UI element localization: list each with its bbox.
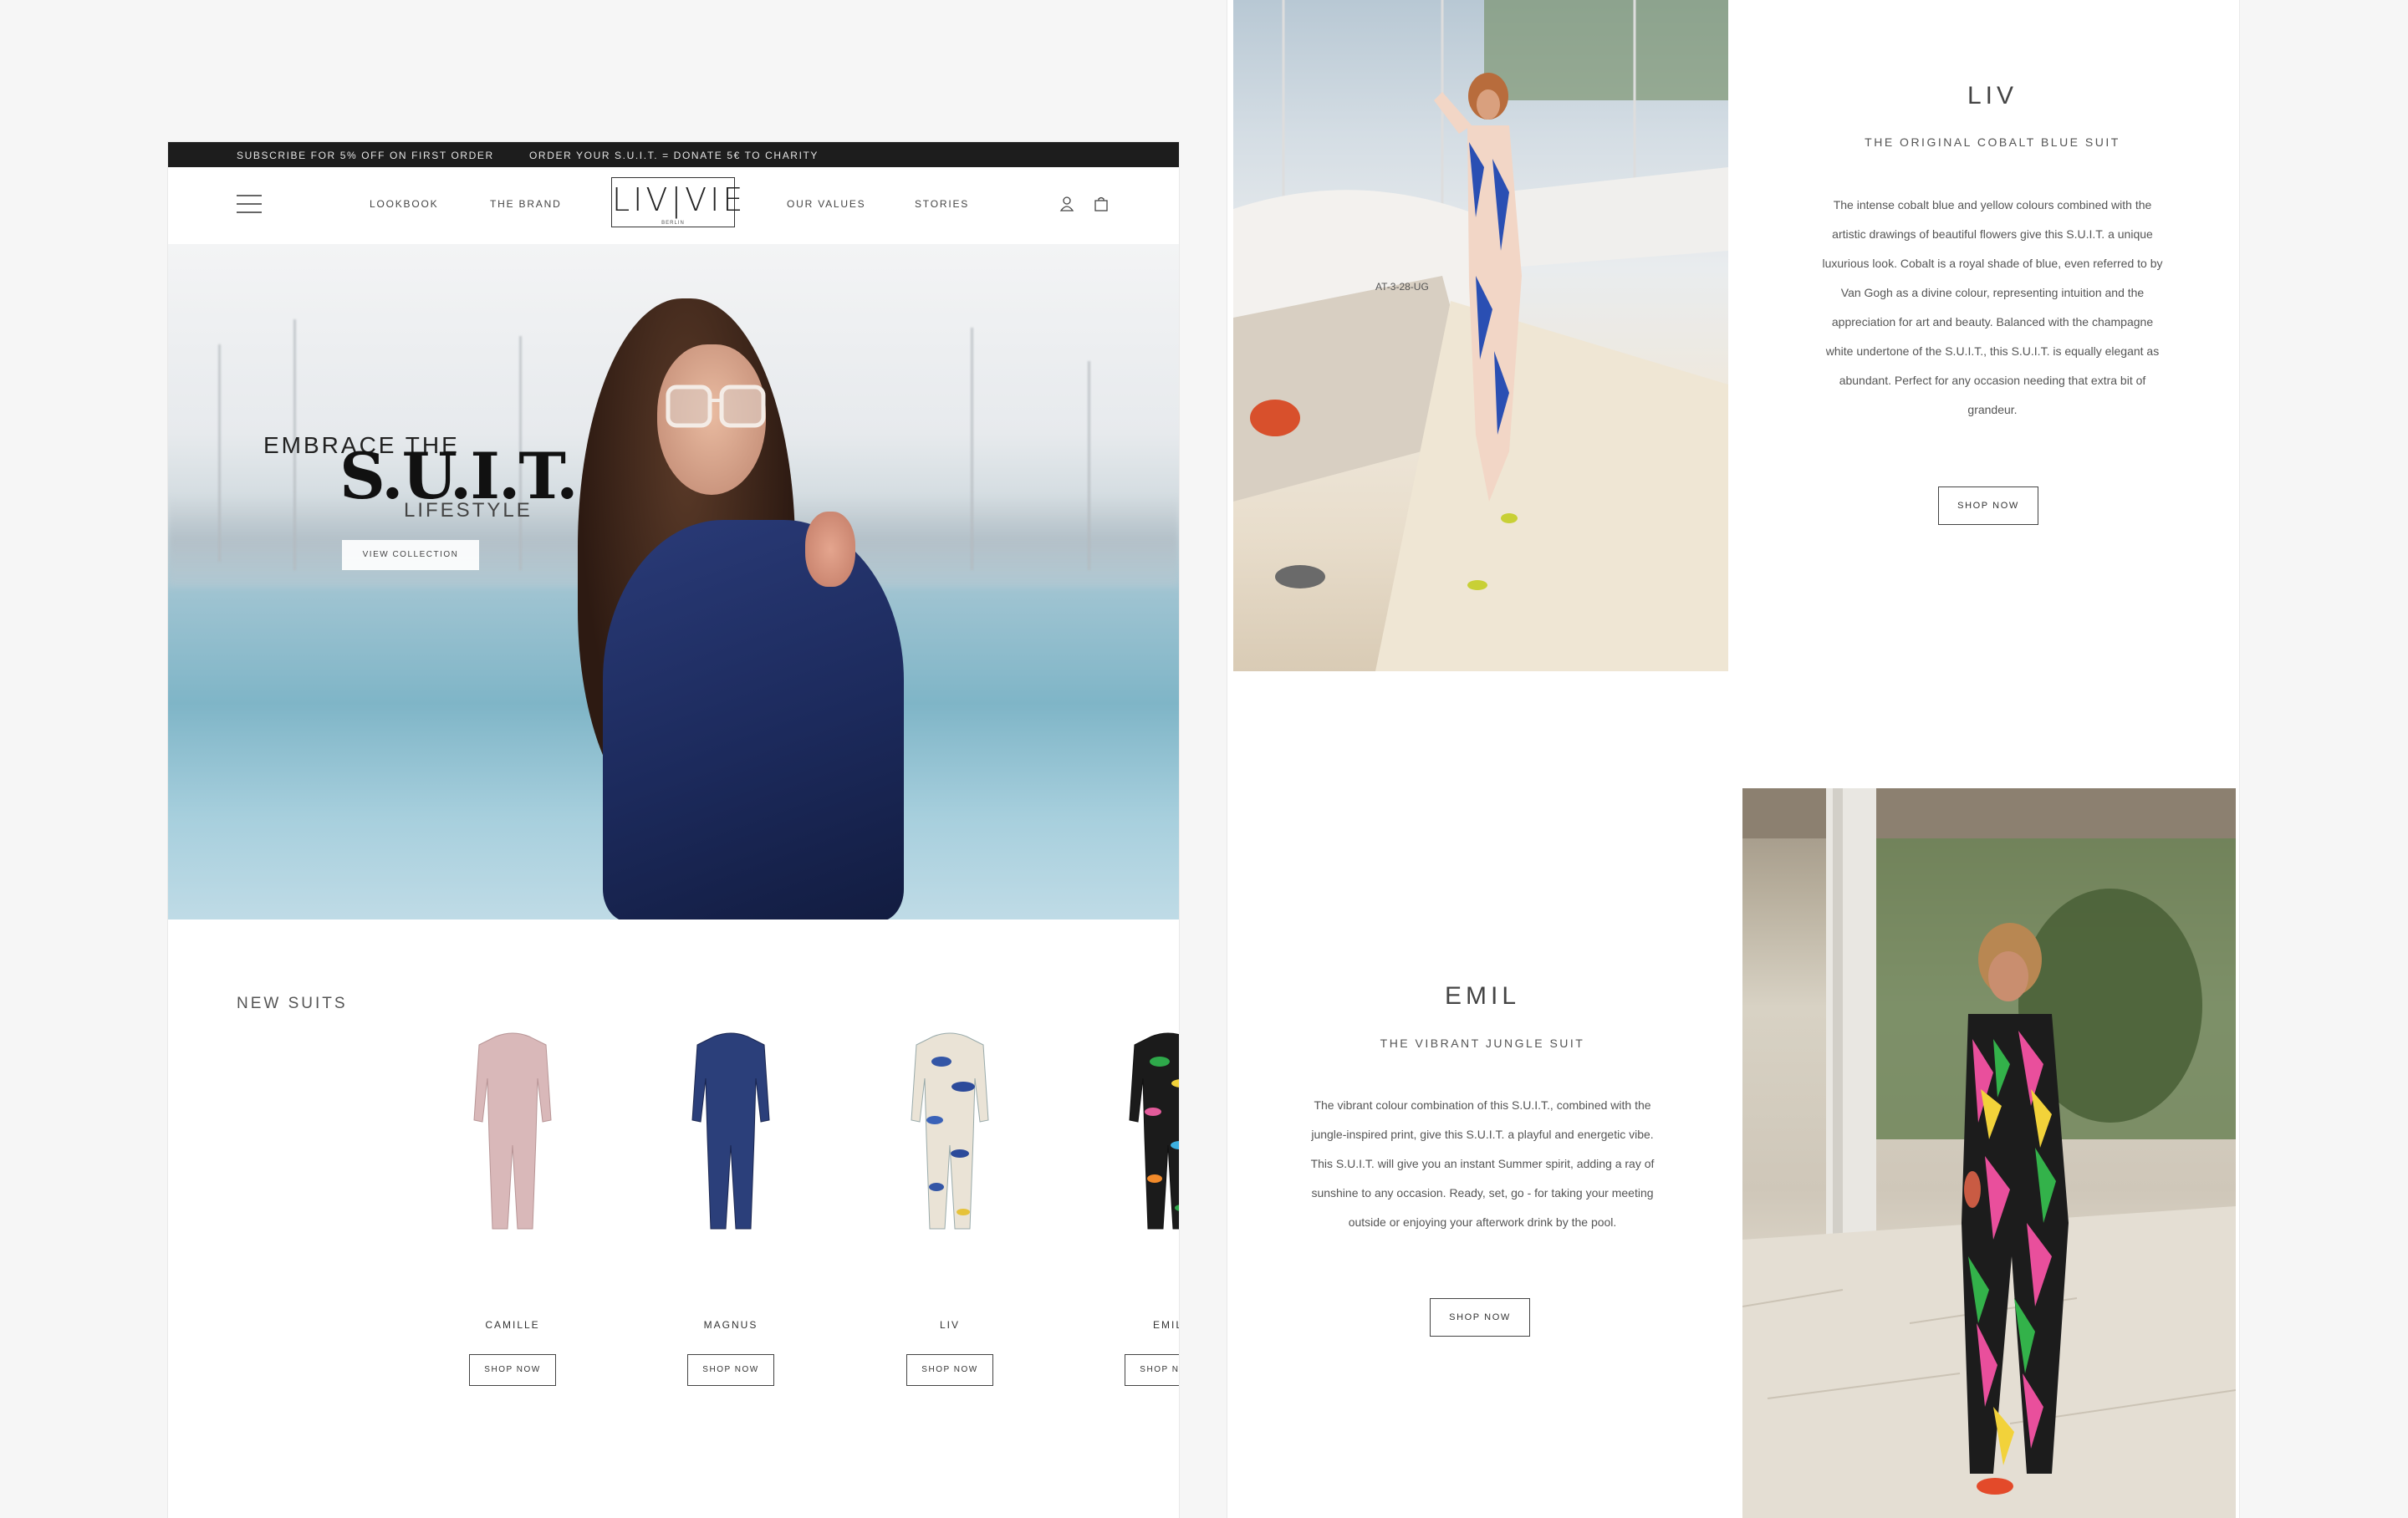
product-name-liv: LIV [939, 1319, 960, 1331]
emil-name: EMIL [1444, 982, 1521, 1010]
bag-icon[interactable] [1093, 196, 1110, 212]
model-hands [805, 512, 855, 587]
liv-desc-line-7: abundant. Perfect for any occasion needi… [1839, 374, 2146, 387]
suit-image-liv [911, 1032, 989, 1230]
suit-image-emil [1129, 1032, 1179, 1230]
liv-desc-line-2: artistic drawings of beautiful flowers g… [1832, 227, 2153, 241]
liv-desc-line-5: appreciation for art and beauty. Balance… [1831, 315, 2154, 329]
emil-subtitle: THE VIBRANT JUNGLE SUIT [1380, 1037, 1585, 1050]
liv-photo: AT-3-28-UG [1233, 0, 1728, 671]
menu-icon[interactable] [237, 195, 262, 215]
emil-description: The vibrant colour combination of this S… [1236, 1091, 1729, 1237]
shop-now-liv-button[interactable]: SHOP NOW [906, 1354, 993, 1386]
promo-subscribe[interactable]: SUBSCRIBE FOR 5% OFF ON FIRST ORDER [237, 150, 494, 161]
liv-desc-line-4: Van Gogh as a divine colour, representin… [1840, 286, 2145, 299]
liv-desc-line-3: luxurious look. Cobalt is a royal shade … [1822, 257, 2163, 270]
emil-desc-line-1: The vibrant colour combination of this S… [1314, 1098, 1651, 1112]
new-suits-title: NEW SUITS [237, 995, 348, 1012]
liv-desc-line-1: The intense cobalt blue and yellow colou… [1833, 198, 2152, 211]
emil-shop-now-button[interactable]: SHOP NOW [1430, 1298, 1530, 1337]
shop-now-emil-button[interactable]: SHOP NOW [1125, 1354, 1179, 1386]
liv-description: The intense cobalt blue and yellow colou… [1746, 191, 2239, 425]
emil-desc-line-5: outside or enjoying your afterwork drink… [1348, 1215, 1617, 1229]
liv-shop-now-button[interactable]: SHOP NOW [1938, 486, 2038, 525]
liv-desc-line-8: grandeur. [1967, 403, 2018, 416]
emil-photo [1742, 788, 2236, 1518]
product-card-camille[interactable]: CAMILLE SHOP NOW [446, 1028, 579, 1386]
sunglasses-icon [666, 385, 766, 428]
product-name-camille: CAMILLE [485, 1319, 540, 1331]
marina-scene: AT-3-28-UG [1233, 0, 1728, 671]
nav-the-brand[interactable]: THE BRAND [490, 198, 562, 210]
product-name-emil: EMIL [1152, 1319, 1179, 1331]
liv-name: LIV [1967, 82, 2018, 110]
model-suit [603, 520, 904, 919]
emil-desc-line-2: jungle-inspired print, give this S.U.I.T… [1311, 1128, 1654, 1141]
emil-desc-line-3: This S.U.I.T. will give you an instant S… [1310, 1157, 1655, 1170]
hero-banner: EMBRACE THE S.U.I.T. LIFESTYLE VIEW COLL… [168, 244, 1179, 919]
hero-line-3: LIFESTYLE [404, 499, 533, 522]
liv-desc-line-6: white undertone of the S.U.I.T., this S.… [1825, 344, 2160, 358]
main-nav: LOOKBOOK THE BRAND LIV|VIE BERLIN OUR VA… [168, 167, 1179, 244]
promo-charity[interactable]: ORDER YOUR S.U.I.T. = DONATE 5€ TO CHARI… [529, 150, 819, 161]
product-card-liv[interactable]: LIV SHOP NOW [883, 1028, 1017, 1386]
suit-image-magnus [691, 1032, 770, 1230]
logo-subtext: BERLIN [661, 221, 685, 226]
product-card-emil[interactable]: EMIL SHOP NOW [1101, 1028, 1179, 1386]
brand-logo[interactable]: LIV|VIE BERLIN [611, 177, 747, 227]
product-stories-screen: AT-3-28-UG LIV THE ORIGINAL COBALT BLUE … [1227, 0, 2239, 1518]
emil-desc-line-4: sunshine to any occasion. Ready, set, go… [1311, 1186, 1654, 1200]
product-card-magnus[interactable]: MAGNUS SHOP NOW [664, 1028, 798, 1386]
user-icon[interactable] [1059, 196, 1075, 212]
liv-subtitle: THE ORIGINAL COBALT BLUE SUIT [1865, 135, 2120, 149]
homepage-screen: SUBSCRIBE FOR 5% OFF ON FIRST ORDER ORDE… [168, 142, 1179, 1518]
nav-our-values[interactable]: OUR VALUES [787, 198, 865, 210]
terrace-scene [1742, 788, 2236, 1518]
shop-now-magnus-button[interactable]: SHOP NOW [687, 1354, 774, 1386]
product-name-magnus: MAGNUS [703, 1319, 758, 1331]
boat-registration: AT-3-28-UG [1375, 281, 1429, 293]
suit-image-camille [473, 1032, 552, 1230]
nav-lookbook[interactable]: LOOKBOOK [370, 198, 438, 210]
nav-stories[interactable]: STORIES [915, 198, 969, 210]
shop-now-camille-button[interactable]: SHOP NOW [469, 1354, 556, 1386]
promo-bar: SUBSCRIBE FOR 5% OFF ON FIRST ORDER ORDE… [168, 142, 1179, 167]
logo-text: LIV|VIE [612, 181, 747, 218]
view-collection-button[interactable]: VIEW COLLECTION [342, 540, 479, 570]
